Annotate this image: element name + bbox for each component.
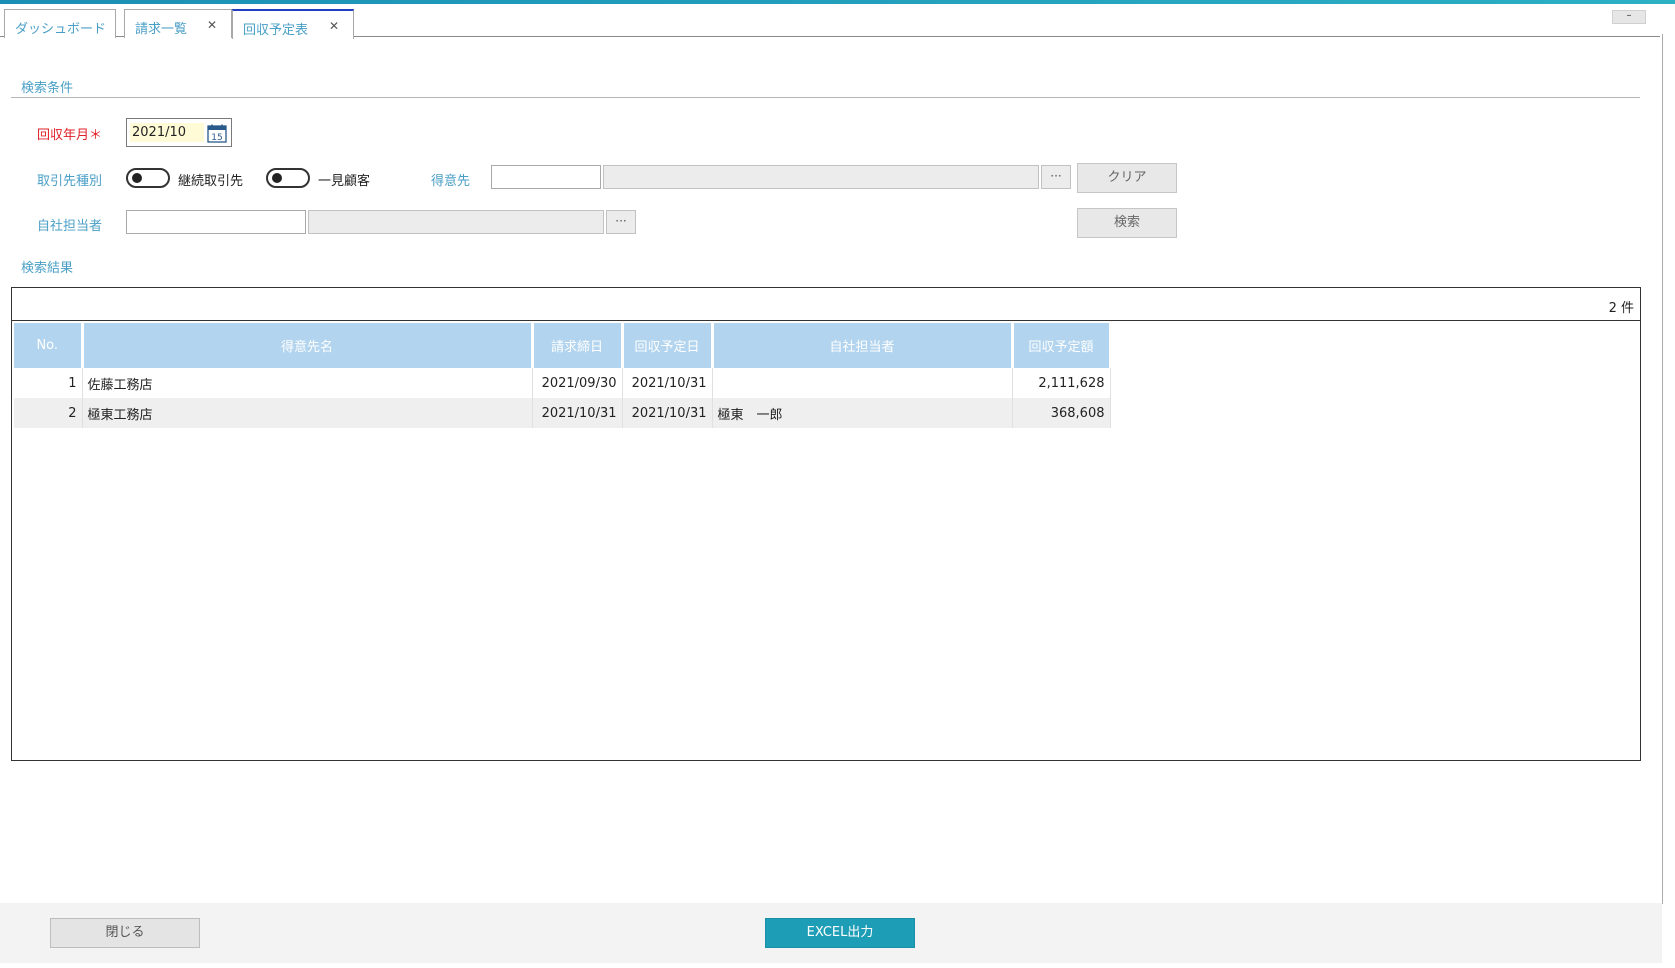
close-button[interactable]: 閉じる — [50, 918, 200, 948]
toggle-onetime-label: 一見顧客 — [318, 174, 371, 189]
table-row[interactable]: 1 佐藤工務店 2021/09/30 2021/10/31 2,111,628 — [14, 368, 1111, 398]
cell-staff — [712, 368, 1013, 398]
year-month-input[interactable]: 2021/10 — [130, 123, 204, 142]
footer-bar: 閉じる EXCEL出力 — [0, 903, 1662, 963]
column-header-customer[interactable]: 得意先名 — [82, 323, 534, 368]
toggle-knob — [132, 173, 142, 183]
minimize-button[interactable]: – — [1612, 10, 1646, 24]
clear-button[interactable]: クリア — [1077, 163, 1177, 193]
staff-code-input[interactable] — [126, 210, 306, 234]
cell-closing-date: 2021/09/30 — [532, 368, 623, 398]
cell-collection-date: 2021/10/31 — [622, 368, 713, 398]
column-header-staff[interactable]: 自社担当者 — [712, 323, 1014, 368]
results-table: No. 得意先名 請求締日 回収予定日 自社担当者 回収予定額 1 佐藤工務店 … — [14, 323, 1112, 428]
cell-staff: 極東 一郎 — [712, 398, 1013, 428]
count-divider — [12, 320, 1640, 321]
cell-customer: 佐藤工務店 — [82, 368, 533, 398]
window-right-edge — [1662, 34, 1672, 904]
staff-lookup-button[interactable]: ··· — [606, 210, 636, 234]
toggle-continuous-partner[interactable] — [126, 168, 170, 188]
tab-invoice-list[interactable]: 請求一覧 ✕ — [124, 9, 232, 38]
results-panel: 2 件 No. 得意先名 請求締日 回収予定日 自社担当者 回収予定額 1 佐藤… — [11, 287, 1641, 761]
cell-amount: 368,608 — [1012, 398, 1111, 428]
tab-label: 請求一覧 — [135, 22, 188, 37]
svg-text:15: 15 — [211, 133, 222, 143]
results-section-title: 検索結果 — [21, 261, 74, 276]
result-count: 2 件 — [1608, 301, 1634, 316]
customer-label: 得意先 — [431, 174, 471, 189]
section-divider — [11, 97, 1640, 98]
cell-no: 2 — [14, 398, 83, 428]
year-month-label: 回収年月＊ — [37, 124, 102, 143]
close-icon[interactable]: ✕ — [207, 18, 217, 32]
cell-customer: 極東工務店 — [82, 398, 533, 428]
search-section-title: 検索条件 — [21, 81, 74, 96]
toggle-continuous-label: 継続取引先 — [178, 174, 244, 189]
staff-label: 自社担当者 — [37, 219, 103, 234]
column-header-no[interactable]: No. — [14, 323, 84, 368]
customer-lookup-button[interactable]: ··· — [1041, 165, 1071, 189]
toggle-knob — [272, 173, 282, 183]
table-header-row: No. 得意先名 請求締日 回収予定日 自社担当者 回収予定額 — [14, 323, 1112, 368]
search-button[interactable]: 検索 — [1077, 208, 1177, 238]
tab-bar: ダッシュボード 請求一覧 ✕ 回収予定表 ✕ – — [0, 4, 1660, 39]
year-month-label-text: 回収年月 — [37, 128, 90, 143]
column-header-amount[interactable]: 回収予定額 — [1012, 323, 1112, 368]
cell-no: 1 — [14, 368, 83, 398]
cell-amount: 2,111,628 — [1012, 368, 1111, 398]
tab-label: ダッシュボード — [15, 22, 107, 37]
cell-collection-date: 2021/10/31 — [622, 398, 713, 428]
cell-closing-date: 2021/10/31 — [532, 398, 623, 428]
required-mark: ＊ — [89, 128, 103, 143]
tab-label: 回収予定表 — [243, 23, 309, 38]
year-month-picker[interactable]: 2021/10 15 — [126, 118, 232, 147]
toggle-onetime-customer[interactable] — [266, 168, 310, 188]
excel-export-button[interactable]: EXCEL出力 — [765, 918, 915, 948]
tab-collection-schedule[interactable]: 回収予定表 ✕ — [232, 9, 354, 39]
table-row[interactable]: 2 極東工務店 2021/10/31 2021/10/31 極東 一郎 368,… — [14, 398, 1111, 428]
column-header-collection-date[interactable]: 回収予定日 — [622, 323, 714, 368]
customer-name-field — [603, 165, 1039, 189]
close-icon[interactable]: ✕ — [329, 19, 339, 33]
column-header-closing-date[interactable]: 請求締日 — [532, 323, 624, 368]
calendar-icon[interactable]: 15 — [207, 124, 227, 143]
staff-name-field — [308, 210, 604, 234]
tab-dashboard[interactable]: ダッシュボード — [4, 9, 116, 38]
partner-type-label: 取引先種別 — [37, 174, 103, 189]
customer-code-input[interactable] — [491, 165, 601, 189]
